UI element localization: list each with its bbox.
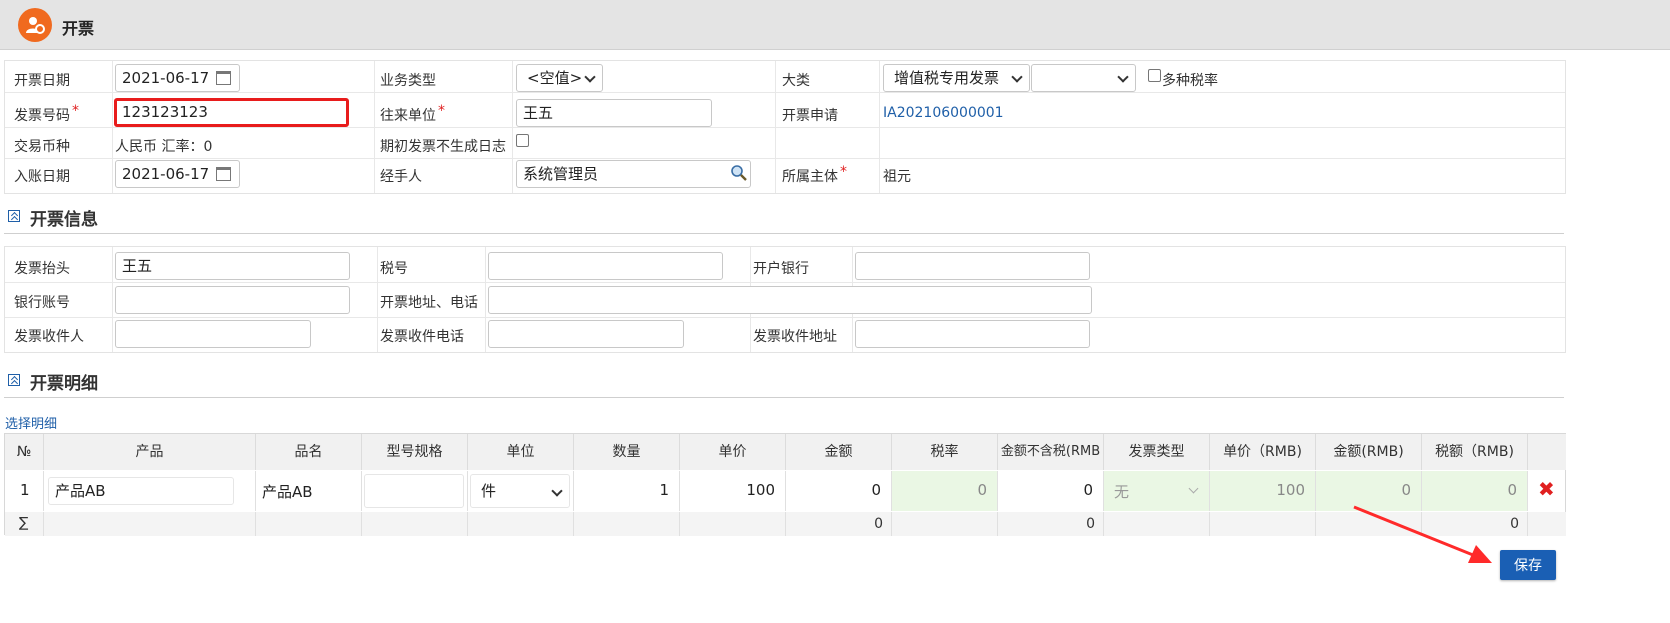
request-link[interactable]: IA202106000001 — [883, 105, 1004, 121]
calendar-icon[interactable] — [216, 167, 231, 181]
address-input[interactable] — [488, 286, 1092, 314]
collapse-icon[interactable] — [8, 374, 20, 386]
column-header[interactable]: 发票类型 — [1104, 434, 1210, 470]
qty-cell[interactable]: 1 — [659, 481, 669, 499]
entity-label: 所属主体 * — [782, 164, 847, 185]
recipient-phone-label: 发票收件电话 — [380, 329, 464, 345]
tax-no-input[interactable] — [488, 252, 723, 280]
column-header: № — [5, 434, 44, 470]
entity-value: 祖元 — [883, 169, 911, 185]
unit-select[interactable]: 件 — [470, 474, 570, 508]
currency-label: 交易币种 — [14, 139, 70, 155]
recipient-addr-label: 发票收件地址 — [753, 329, 837, 345]
product-name[interactable]: 产品AB — [262, 481, 313, 502]
collapse-icon[interactable] — [8, 210, 20, 222]
page-title: 开票 — [62, 19, 95, 38]
column-header[interactable]: 型号规格 — [362, 434, 468, 470]
handler-label: 经手人 — [380, 169, 422, 185]
column-header[interactable]: 税额（RMB) — [1422, 434, 1528, 470]
column-header[interactable]: 金额(RMB) — [1316, 434, 1422, 470]
chevron-down-icon — [1011, 71, 1023, 83]
section-title-detail: 开票明细 — [30, 374, 98, 394]
business-type-select[interactable]: <空值> — [516, 64, 603, 92]
detail-table: № 产品 品名 型号规格 单位 数量 单价 金额 税率 金额不含税(RMB 发票… — [4, 433, 1566, 536]
invoice-date-label: 开票日期 — [14, 73, 70, 89]
chevron-down-icon — [551, 485, 563, 497]
chevron-down-icon — [1188, 483, 1199, 494]
sum-amount: 0 — [874, 516, 883, 532]
category-sub-select[interactable] — [1031, 64, 1136, 92]
delete-row-icon[interactable]: ✖ — [1538, 477, 1555, 501]
column-header[interactable]: 品名 — [256, 434, 362, 470]
calendar-icon[interactable] — [216, 71, 231, 85]
section-title-info: 开票信息 — [30, 210, 98, 230]
recipient-label: 发票收件人 — [14, 329, 84, 345]
sum-symbol: ∑ — [19, 515, 29, 531]
category-select[interactable]: 增值税专用发票 — [883, 64, 1030, 92]
partner-label: 往来单位 * — [380, 103, 445, 124]
spec-input[interactable] — [364, 474, 464, 508]
invoice-no-input[interactable]: 123123123 — [114, 98, 349, 127]
request-label: 开票申请 — [782, 108, 838, 124]
column-header-action — [1528, 434, 1566, 470]
partner-input[interactable]: 王五 — [516, 99, 712, 127]
amount-rmb-cell[interactable]: 0 — [1401, 481, 1411, 499]
column-header[interactable]: 单位 — [468, 434, 574, 470]
category-label: 大类 — [782, 73, 810, 89]
save-button[interactable]: 保存 — [1500, 550, 1556, 580]
column-header[interactable]: 金额不含税(RMB — [998, 434, 1104, 470]
header-label: 发票抬头 — [14, 261, 70, 277]
address-label: 开票地址、电话 — [380, 295, 478, 311]
search-icon[interactable] — [730, 164, 748, 182]
recipient-addr-input[interactable] — [855, 320, 1090, 348]
recipient-phone-input[interactable] — [488, 320, 684, 348]
post-date-input[interactable]: 2021-06-17 — [115, 160, 240, 188]
sum-amount-ex-tax: 0 — [1086, 516, 1095, 532]
column-header[interactable]: 数量 — [574, 434, 680, 470]
invoice-type-cell[interactable]: 无 — [1114, 481, 1129, 502]
account-input[interactable] — [115, 286, 350, 314]
column-header[interactable]: 产品 — [44, 434, 256, 470]
column-header[interactable]: 税率 — [892, 434, 998, 470]
price-cell[interactable]: 100 — [746, 481, 775, 499]
header-input[interactable]: 王五 — [115, 252, 350, 280]
app-logo-icon — [18, 8, 52, 42]
invoice-no-label: 发票号码 * — [14, 103, 79, 124]
chevron-down-icon — [1117, 71, 1129, 83]
price-rmb-cell[interactable]: 100 — [1276, 481, 1305, 499]
select-detail-link[interactable]: 选择明细 — [5, 413, 57, 432]
multi-tax-checkbox[interactable] — [1148, 69, 1161, 82]
tax-rmb-cell[interactable]: 0 — [1507, 481, 1517, 499]
recipient-input[interactable] — [115, 320, 311, 348]
column-header[interactable]: 单价（RMB) — [1210, 434, 1316, 470]
bank-label: 开户银行 — [753, 261, 809, 277]
title-bar: 开票 — [0, 0, 1670, 50]
sum-tax-rmb: 0 — [1510, 516, 1519, 532]
post-date-label: 入账日期 — [14, 169, 70, 185]
tax-no-label: 税号 — [380, 261, 408, 277]
currency-value: 人民币 汇率：0 — [115, 139, 213, 155]
tax-rate-cell[interactable]: 0 — [977, 481, 987, 499]
arrow-annotation-icon — [1353, 505, 1492, 563]
business-type-label: 业务类型 — [380, 73, 436, 89]
handler-input[interactable]: 系统管理员 — [516, 160, 751, 188]
column-header[interactable]: 单价 — [680, 434, 786, 470]
row-number: 1 — [20, 481, 30, 499]
multi-tax-label: 多种税率 — [1162, 73, 1218, 89]
no-log-label: 期初发票不生成日志 — [380, 139, 506, 155]
no-log-checkbox[interactable] — [516, 134, 529, 147]
column-header[interactable]: 金额 — [786, 434, 892, 470]
amount-ex-tax-cell[interactable]: 0 — [1083, 481, 1093, 499]
product-input[interactable]: 产品AB — [48, 477, 234, 505]
amount-cell[interactable]: 0 — [871, 481, 881, 499]
account-label: 银行账号 — [14, 295, 70, 311]
invoice-date-input[interactable]: 2021-06-17 — [115, 64, 240, 92]
bank-input[interactable] — [855, 252, 1090, 280]
chevron-down-icon — [584, 71, 596, 83]
